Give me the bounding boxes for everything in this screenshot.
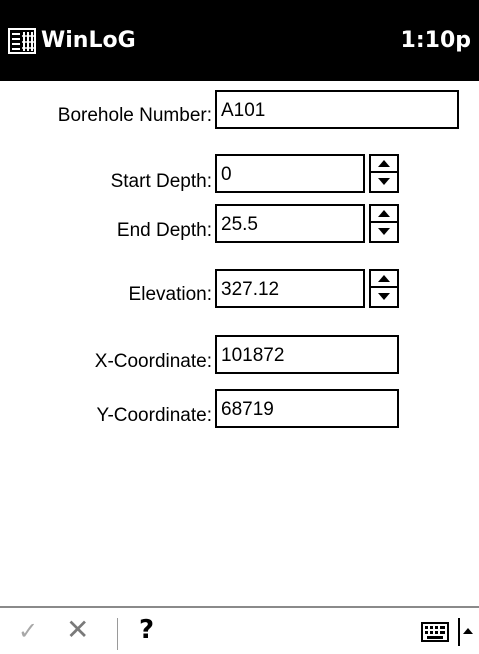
arrow-down-icon	[378, 228, 390, 235]
start-depth-up-button[interactable]	[371, 156, 397, 173]
elevation-field[interactable]	[215, 269, 365, 308]
x-coordinate-field[interactable]	[215, 335, 399, 374]
arrow-up-icon	[378, 210, 390, 217]
end-depth-spinner[interactable]	[369, 204, 399, 243]
sip-divider	[458, 618, 460, 646]
keyboard-icon[interactable]	[421, 622, 449, 642]
y-coordinate-label: Y-Coordinate:	[96, 405, 212, 426]
toolbar-divider	[117, 618, 118, 650]
end-depth-down-button[interactable]	[371, 223, 397, 240]
title-bar: WinLoG 1:10p	[0, 0, 479, 81]
x-coordinate-label: X-Coordinate:	[94, 351, 212, 372]
arrow-down-icon	[378, 293, 390, 300]
end-depth-up-button[interactable]	[371, 206, 397, 223]
arrow-up-icon	[378, 275, 390, 282]
clock[interactable]: 1:10p	[401, 27, 471, 55]
app-title: WinLoG	[41, 28, 136, 53]
elevation-up-button[interactable]	[371, 271, 397, 288]
close-icon[interactable]: ✕	[66, 615, 89, 645]
y-coordinate-field[interactable]	[215, 389, 399, 428]
arrow-down-icon	[378, 178, 390, 185]
elevation-spinner[interactable]	[369, 269, 399, 308]
checkmark-icon[interactable]: ✓	[18, 616, 38, 646]
end-depth-field[interactable]	[215, 204, 365, 243]
borehole-number-field[interactable]	[215, 90, 459, 129]
command-bar: ✓ ✕ ?	[0, 606, 479, 654]
borehole-number-label: Borehole Number:	[57, 105, 212, 126]
start-depth-down-button[interactable]	[371, 173, 397, 190]
elevation-label: Elevation:	[128, 284, 212, 305]
arrow-up-icon	[378, 160, 390, 167]
end-depth-label: End Depth:	[116, 220, 212, 241]
start-depth-label: Start Depth:	[110, 171, 212, 192]
winlog-app-icon[interactable]	[7, 26, 37, 56]
start-depth-field[interactable]	[215, 154, 365, 193]
elevation-down-button[interactable]	[371, 288, 397, 305]
start-depth-spinner[interactable]	[369, 154, 399, 193]
help-button[interactable]: ?	[139, 615, 154, 645]
input-panel-arrow-icon[interactable]	[463, 628, 473, 634]
